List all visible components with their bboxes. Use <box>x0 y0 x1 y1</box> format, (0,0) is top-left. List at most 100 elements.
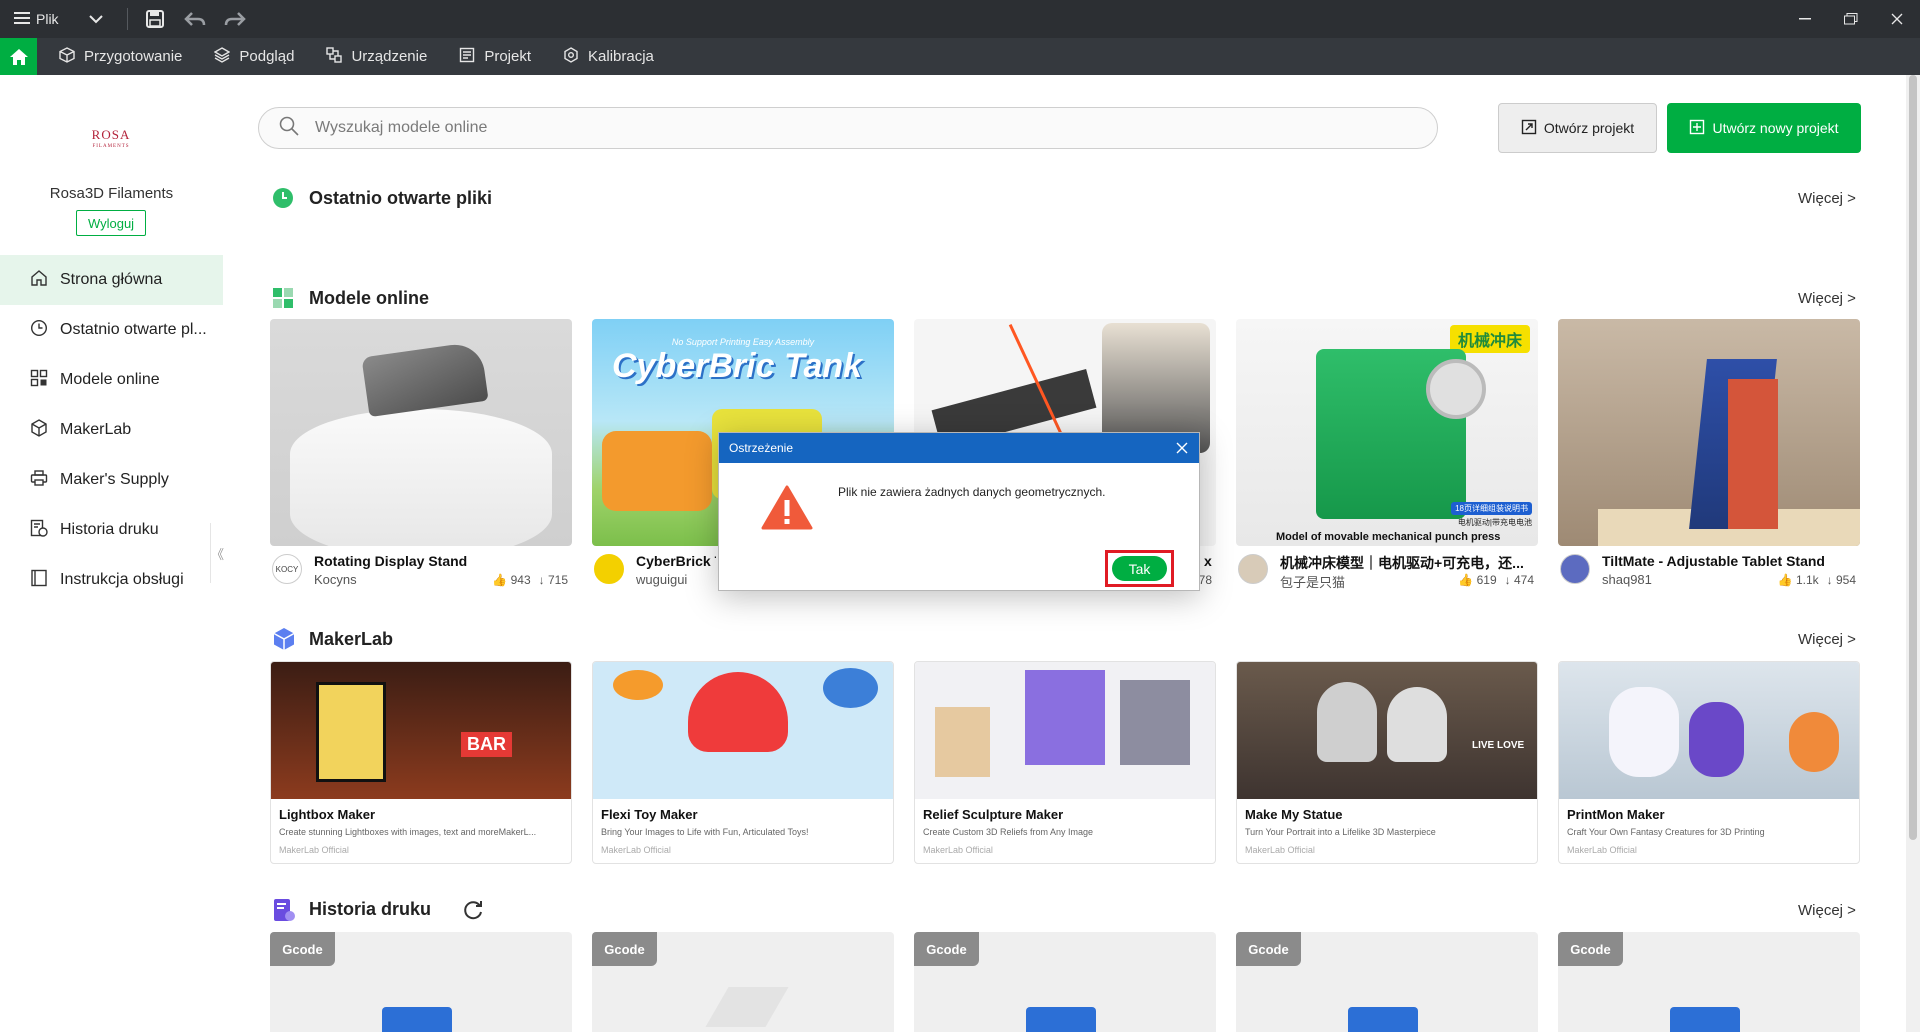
history-card[interactable]: Gcode <box>1558 932 1860 1032</box>
sidebar-item-online-models[interactable]: Modele online <box>0 355 223 405</box>
model-card[interactable]: 机械冲床 18页详细组装说明书 电机驱动|带充电电池 Model of mova… <box>1236 319 1538 590</box>
tab-calibration[interactable]: Kalibracja <box>547 38 670 75</box>
logout-button[interactable]: Wyloguj <box>76 210 146 236</box>
close-window-button[interactable] <box>1874 0 1920 38</box>
history-card[interactable]: Gcode <box>270 932 572 1032</box>
sidebar-item-recent[interactable]: Ostatnio otwarte pl... <box>0 305 223 355</box>
print-history-icon <box>272 898 295 921</box>
avatar[interactable] <box>1560 554 1590 584</box>
avatar[interactable] <box>1238 554 1268 584</box>
recent-files-icon <box>272 187 294 209</box>
model-thumbnail[interactable] <box>1558 319 1860 546</box>
history-card[interactable]: Gcode <box>592 932 894 1032</box>
relief-shape <box>935 707 990 777</box>
project-icon <box>459 47 475 67</box>
close-icon[interactable] <box>1173 439 1191 457</box>
wheel-shape <box>1426 359 1486 419</box>
makerlab-card[interactable]: Relief Sculpture Maker Create Custom 3D … <box>914 661 1216 864</box>
makerlab-card[interactable]: PrintMon Maker Craft Your Own Fantasy Cr… <box>1558 661 1860 864</box>
makerlab-card[interactable]: BAR Lightbox Maker Create stunning Light… <box>270 661 572 864</box>
redo-icon[interactable] <box>224 8 246 30</box>
undo-icon[interactable] <box>183 8 206 30</box>
new-project-icon <box>1689 119 1705 138</box>
makerlab-more-link[interactable]: Więcej > <box>1798 631 1856 648</box>
recent-files-more-link[interactable]: Więcej > <box>1798 190 1856 207</box>
search-bar[interactable] <box>258 107 1438 149</box>
model-title[interactable]: 机械冲床模型｜电机驱动+可充电，还... <box>1280 553 1530 573</box>
part-preview-shape <box>1670 1007 1740 1032</box>
dialog-title: Ostrzeżenie <box>729 441 794 455</box>
chevron-down-icon[interactable] <box>88 12 103 27</box>
model-author[interactable]: wuguigui <box>636 572 687 587</box>
tab-project[interactable]: Projekt <box>443 38 547 75</box>
book-icon <box>30 569 48 592</box>
sidebar-item-home[interactable]: Strona główna <box>0 255 223 305</box>
like-count: 👍 943 <box>492 573 531 587</box>
model-title[interactable]: CyberBrick T <box>636 553 716 569</box>
dialog-header: Ostrzeżenie <box>719 433 1199 463</box>
model-author[interactable]: 包子是只猫 <box>1280 572 1345 591</box>
minimize-button[interactable] <box>1782 0 1828 38</box>
model-thumbnail[interactable]: 机械冲床 18页详细组装说明书 电机驱动|带充电电池 Model of mova… <box>1236 319 1538 546</box>
save-icon[interactable] <box>144 8 166 30</box>
restore-button[interactable] <box>1828 0 1874 38</box>
sidebar-item-makerlab[interactable]: MakerLab <box>0 405 223 455</box>
model-title[interactable]: x <box>1204 553 1224 569</box>
calibration-icon <box>563 46 579 67</box>
refresh-icon[interactable] <box>462 899 484 926</box>
part-preview-shape <box>705 987 789 1027</box>
printer-icon <box>30 469 48 492</box>
model-stats: 👍 943 ↓ 715 <box>492 573 568 587</box>
part-preview-shape <box>1026 1007 1096 1032</box>
history-card[interactable]: Gcode <box>1236 932 1538 1032</box>
gcode-badge: Gcode <box>914 932 979 966</box>
title-bar: Plik <box>0 0 1920 38</box>
model-stats: 78 <box>1199 573 1212 587</box>
file-menu[interactable]: Plik <box>0 0 103 38</box>
open-project-button[interactable]: Otwórz projekt <box>1498 103 1657 153</box>
fish-shape <box>613 670 663 700</box>
online-models-more-link[interactable]: Więcej > <box>1798 290 1856 307</box>
model-stats: 👍 619 ↓ 474 <box>1458 573 1534 587</box>
history-icon <box>30 519 48 542</box>
home-button[interactable] <box>0 38 37 75</box>
scrollbar-thumb[interactable] <box>1909 75 1917 840</box>
open-file-icon <box>1521 119 1537 138</box>
sidebar-item-makers-supply[interactable]: Maker's Supply <box>0 455 223 505</box>
sidebar-nav: Strona główna Ostatnio otwarte pl... Mod… <box>0 255 223 605</box>
makerlab-card[interactable]: LIVE LOVE Make My Statue Turn Your Portr… <box>1236 661 1538 864</box>
search-input[interactable] <box>315 119 1315 137</box>
avatar[interactable]: KOCY <box>272 554 302 584</box>
ok-button[interactable]: Tak <box>1112 556 1167 581</box>
model-title[interactable]: TiltMate - Adjustable Tablet Stand <box>1602 553 1852 569</box>
model-author[interactable]: Kocyns <box>314 572 357 587</box>
gcode-badge: Gcode <box>270 932 335 966</box>
new-project-button[interactable]: Utwórz nowy projekt <box>1667 103 1861 153</box>
file-menu-label: Plik <box>36 11 59 27</box>
model-title[interactable]: Rotating Display Stand <box>314 553 564 569</box>
avatar[interactable] <box>594 554 624 584</box>
model-card[interactable]: TiltMate - Adjustable Tablet Stand shaq9… <box>1558 319 1860 590</box>
dialog-message: Plik nie zawiera żadnych danych geometry… <box>838 485 1106 499</box>
creature-shape <box>1609 687 1679 777</box>
search-icon <box>279 116 299 141</box>
sidebar-item-print-history[interactable]: Historia druku <box>0 505 223 555</box>
comic-panel-shape <box>316 682 386 782</box>
makerlab-section-icon <box>272 627 295 650</box>
clock-icon <box>30 319 48 342</box>
tab-prepare[interactable]: Przygotowanie <box>43 38 198 75</box>
makerlab-card[interactable]: Flexi Toy Maker Bring Your Images to Lif… <box>592 661 894 864</box>
model-card[interactable]: KOCY Rotating Display Stand Kocyns 👍 943… <box>270 319 572 590</box>
sidebar-item-manual[interactable]: Instrukcja obsługi <box>0 555 223 605</box>
model-author[interactable]: shaq981 <box>1602 572 1652 587</box>
tab-preview[interactable]: Podgląd <box>198 38 310 75</box>
history-card[interactable]: Gcode <box>914 932 1216 1032</box>
main-scrollbar[interactable] <box>1906 75 1920 1032</box>
print-history-more-link[interactable]: Więcej > <box>1798 902 1856 919</box>
recent-files-title: Ostatnio otwarte pliki <box>309 188 493 208</box>
collapse-sidebar-button[interactable]: 《 <box>210 523 224 583</box>
model-thumbnail[interactable] <box>270 319 572 546</box>
device-icon <box>326 46 343 67</box>
image-badge: 机械冲床 <box>1449 325 1530 353</box>
tab-device[interactable]: Urządzenie <box>310 38 443 75</box>
